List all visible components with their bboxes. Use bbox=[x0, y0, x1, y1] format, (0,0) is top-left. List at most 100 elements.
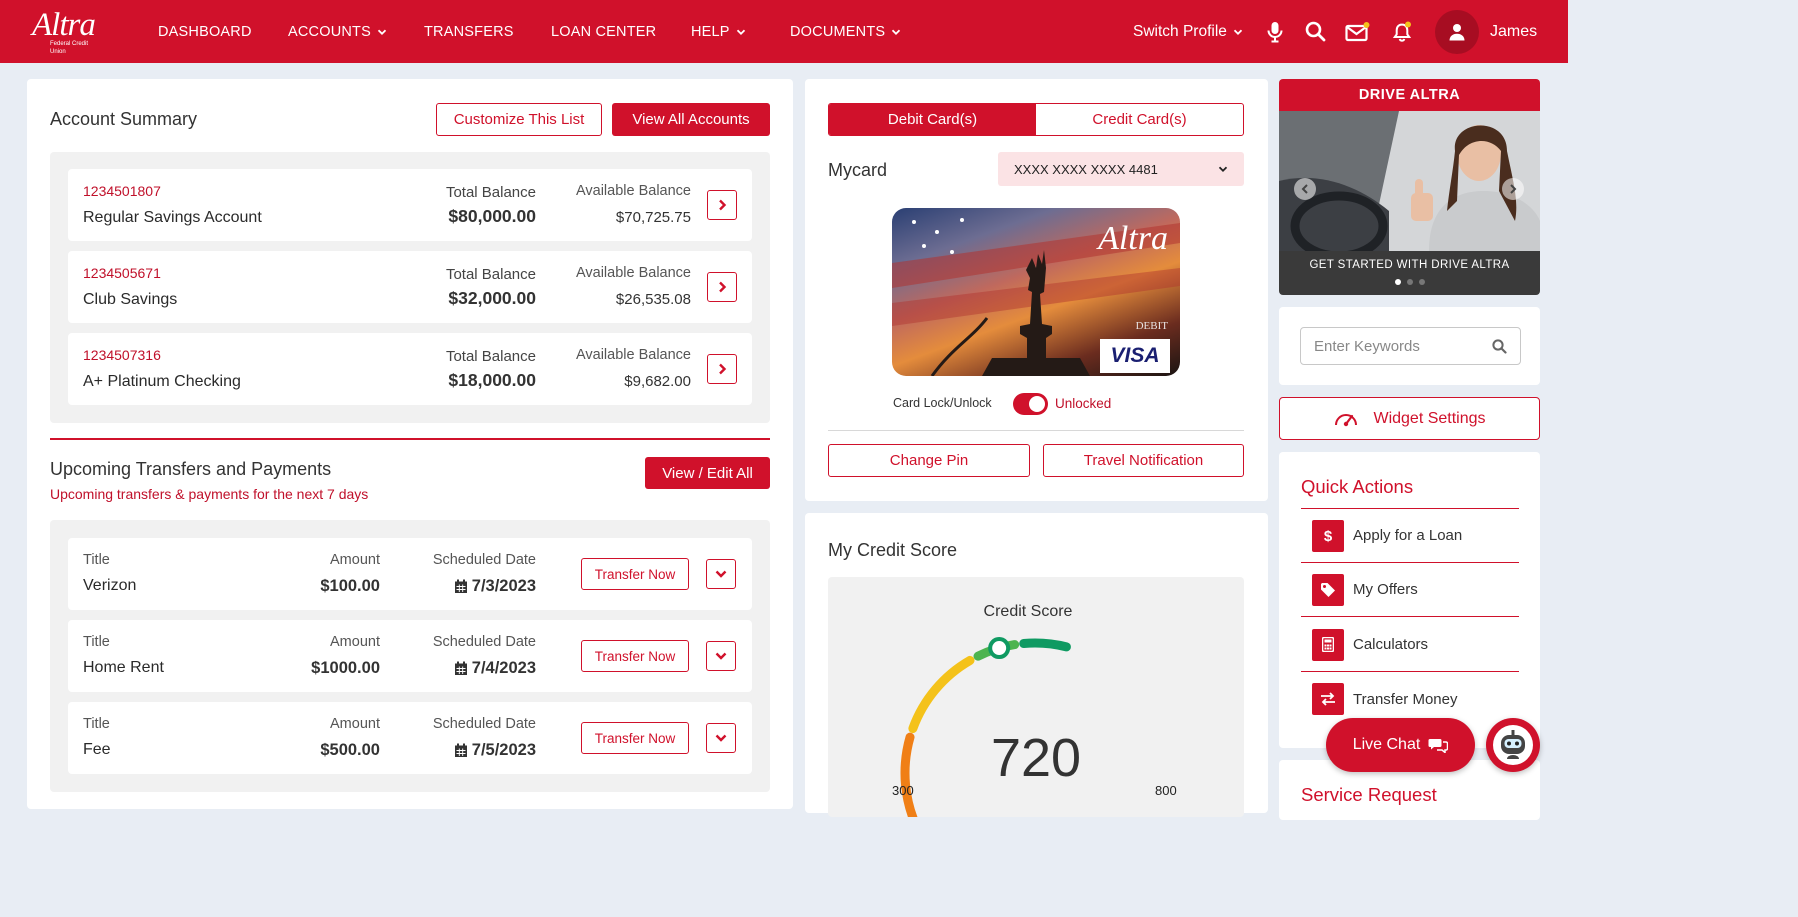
nav-loan-center-label: LOAN CENTER bbox=[551, 23, 657, 40]
nav-dashboard[interactable]: DASHBOARD bbox=[158, 0, 252, 63]
transfer-row: Title Home Rent Amount $1000.00 Schedule… bbox=[68, 620, 752, 692]
account-number[interactable]: 1234501807 bbox=[83, 183, 161, 199]
nav-help[interactable]: HELP bbox=[691, 0, 746, 63]
tab-credit-cards[interactable]: Credit Card(s) bbox=[1036, 104, 1243, 135]
account-row[interactable]: 1234505671 Club Savings Total Balance $3… bbox=[68, 251, 752, 323]
nav-documents[interactable]: DOCUMENTS bbox=[790, 0, 901, 63]
bell-icon bbox=[1392, 21, 1412, 42]
nav-transfers[interactable]: TRANSFERS bbox=[424, 0, 514, 63]
scheduled-date: 7/3/2023 bbox=[454, 577, 536, 596]
visa-logo: VISA bbox=[1100, 339, 1170, 373]
chevron-down-icon bbox=[1218, 166, 1228, 172]
promo-photo bbox=[1279, 111, 1540, 251]
nav-accounts-label: ACCOUNTS bbox=[288, 23, 371, 40]
expand-transfer-button[interactable] bbox=[706, 641, 736, 671]
account-row[interactable]: 1234507316 A+ Platinum Checking Total Ba… bbox=[68, 333, 752, 405]
transfer-now-button[interactable]: Transfer Now bbox=[581, 558, 689, 590]
nav-dashboard-label: DASHBOARD bbox=[158, 23, 252, 40]
available-balance-value: $9,682.00 bbox=[624, 373, 691, 390]
account-details-button[interactable] bbox=[707, 354, 737, 384]
card-select-value: XXXX XXXX XXXX 4481 bbox=[1014, 161, 1158, 177]
chevron-right-icon bbox=[719, 363, 727, 375]
total-balance-value: $80,000.00 bbox=[448, 206, 536, 226]
chevron-right-icon bbox=[1510, 184, 1517, 194]
account-number[interactable]: 1234505671 bbox=[83, 265, 161, 281]
drive-altra-promo-carousel[interactable]: DRIVE ALTRA GET STARTED WITH DRIVE ALTRA bbox=[1279, 79, 1540, 295]
transfer-row: Title Verizon Amount $100.00 Scheduled D… bbox=[68, 538, 752, 610]
carousel-dot[interactable] bbox=[1406, 279, 1413, 285]
transfer-row: Title Fee Amount $500.00 Scheduled Date … bbox=[68, 702, 752, 774]
tab-debit-cards[interactable]: Debit Card(s) bbox=[829, 104, 1036, 135]
calendar-icon bbox=[454, 661, 467, 675]
chevron-down-icon bbox=[736, 29, 745, 35]
view-edit-all-button[interactable]: View / Edit All bbox=[645, 457, 770, 489]
quick-action-apply-loan[interactable]: $ Apply for a Loan bbox=[1301, 509, 1519, 563]
promo-prev-button[interactable] bbox=[1294, 178, 1316, 200]
card-lock-toggle[interactable] bbox=[1013, 393, 1048, 415]
user-profile-menu[interactable]: James bbox=[1435, 0, 1537, 63]
transfer-now-button[interactable]: Transfer Now bbox=[581, 722, 689, 754]
chevron-right-icon bbox=[719, 199, 727, 211]
account-details-button[interactable] bbox=[707, 190, 737, 220]
expand-transfer-button[interactable] bbox=[706, 559, 736, 589]
available-balance-value: $26,535.08 bbox=[615, 291, 691, 308]
available-balance-value: $70,725.75 bbox=[615, 209, 691, 226]
expand-transfer-button[interactable] bbox=[706, 723, 736, 753]
accounts-list: 1234501807 Regular Savings Account Total… bbox=[50, 152, 770, 423]
account-details-button[interactable] bbox=[707, 272, 737, 302]
promo-caption[interactable]: GET STARTED WITH DRIVE ALTRA bbox=[1279, 259, 1540, 271]
travel-notification-button[interactable]: Travel Notification bbox=[1043, 444, 1244, 477]
chevron-right-icon bbox=[719, 281, 727, 293]
gauge-settings-icon bbox=[1335, 413, 1358, 426]
gauge-marker bbox=[988, 637, 1011, 660]
total-balance-label: Total Balance bbox=[445, 348, 536, 365]
title-label: Title bbox=[83, 552, 110, 568]
amount-label: Amount bbox=[330, 634, 380, 650]
switch-profile-label: Switch Profile bbox=[1133, 22, 1227, 40]
mycard-label: Mycard bbox=[828, 160, 888, 180]
transfer-title: Verizon bbox=[83, 577, 137, 594]
microphone-button[interactable] bbox=[1266, 0, 1284, 63]
quick-action-calculators[interactable]: Calculators bbox=[1301, 618, 1519, 672]
nav-loan-center[interactable]: LOAN CENTER bbox=[551, 0, 656, 63]
service-request-title: Service Request bbox=[1301, 784, 1437, 805]
amount-label: Amount bbox=[330, 552, 380, 568]
nav-transfers-label: TRANSFERS bbox=[424, 23, 514, 40]
card-type-label: DEBIT bbox=[1135, 320, 1168, 332]
keyword-search-input[interactable]: Enter Keywords bbox=[1300, 327, 1521, 365]
scheduled-date-value: 7/4/2023 bbox=[471, 659, 536, 677]
promo-title: DRIVE ALTRA bbox=[1279, 79, 1540, 111]
altra-logo[interactable]: Altra Federal Credit Union bbox=[32, 7, 104, 56]
credit-score-value: 720 bbox=[990, 728, 1082, 788]
messages-button[interactable] bbox=[1345, 0, 1370, 63]
logo-subtitle: Federal Credit Union bbox=[50, 41, 89, 55]
toggle-knob bbox=[1029, 396, 1045, 412]
quick-action-my-offers[interactable]: My Offers bbox=[1301, 563, 1519, 617]
account-row[interactable]: 1234501807 Regular Savings Account Total… bbox=[68, 169, 752, 241]
notifications-button[interactable] bbox=[1391, 0, 1413, 63]
switch-profile-menu[interactable]: Switch Profile bbox=[1133, 0, 1243, 63]
widget-settings-button[interactable]: Widget Settings bbox=[1279, 397, 1540, 440]
carousel-dot[interactable] bbox=[1418, 279, 1425, 285]
promo-next-button[interactable] bbox=[1502, 178, 1524, 200]
customize-list-button[interactable]: Customize This List bbox=[436, 103, 602, 136]
nav-accounts[interactable]: ACCOUNTS bbox=[288, 0, 387, 63]
change-pin-button[interactable]: Change Pin bbox=[828, 444, 1030, 477]
carousel-dot[interactable] bbox=[1394, 279, 1401, 285]
view-all-accounts-button[interactable]: View All Accounts bbox=[612, 103, 770, 136]
transfer-now-button[interactable]: Transfer Now bbox=[581, 640, 689, 672]
debit-card-image: Altra DEBIT VISA bbox=[892, 208, 1180, 376]
logo-wordmark: Altra bbox=[32, 7, 96, 43]
search-button[interactable] bbox=[1305, 0, 1326, 63]
gauge-segment bbox=[908, 655, 975, 734]
available-balance-label: Available Balance bbox=[575, 183, 691, 199]
account-number[interactable]: 1234507316 bbox=[83, 347, 161, 363]
scheduled-date-value: 7/5/2023 bbox=[471, 741, 536, 759]
account-name: Regular Savings Account bbox=[83, 209, 262, 226]
card-select[interactable]: XXXX XXXX XXXX 4481 bbox=[998, 152, 1244, 186]
calculator-icon bbox=[1312, 628, 1344, 661]
available-balance-label: Available Balance bbox=[575, 347, 691, 363]
gauge-max-label: 800 bbox=[1155, 783, 1177, 798]
chatbot-button[interactable] bbox=[1486, 718, 1540, 772]
live-chat-button[interactable]: Live Chat bbox=[1326, 718, 1475, 772]
